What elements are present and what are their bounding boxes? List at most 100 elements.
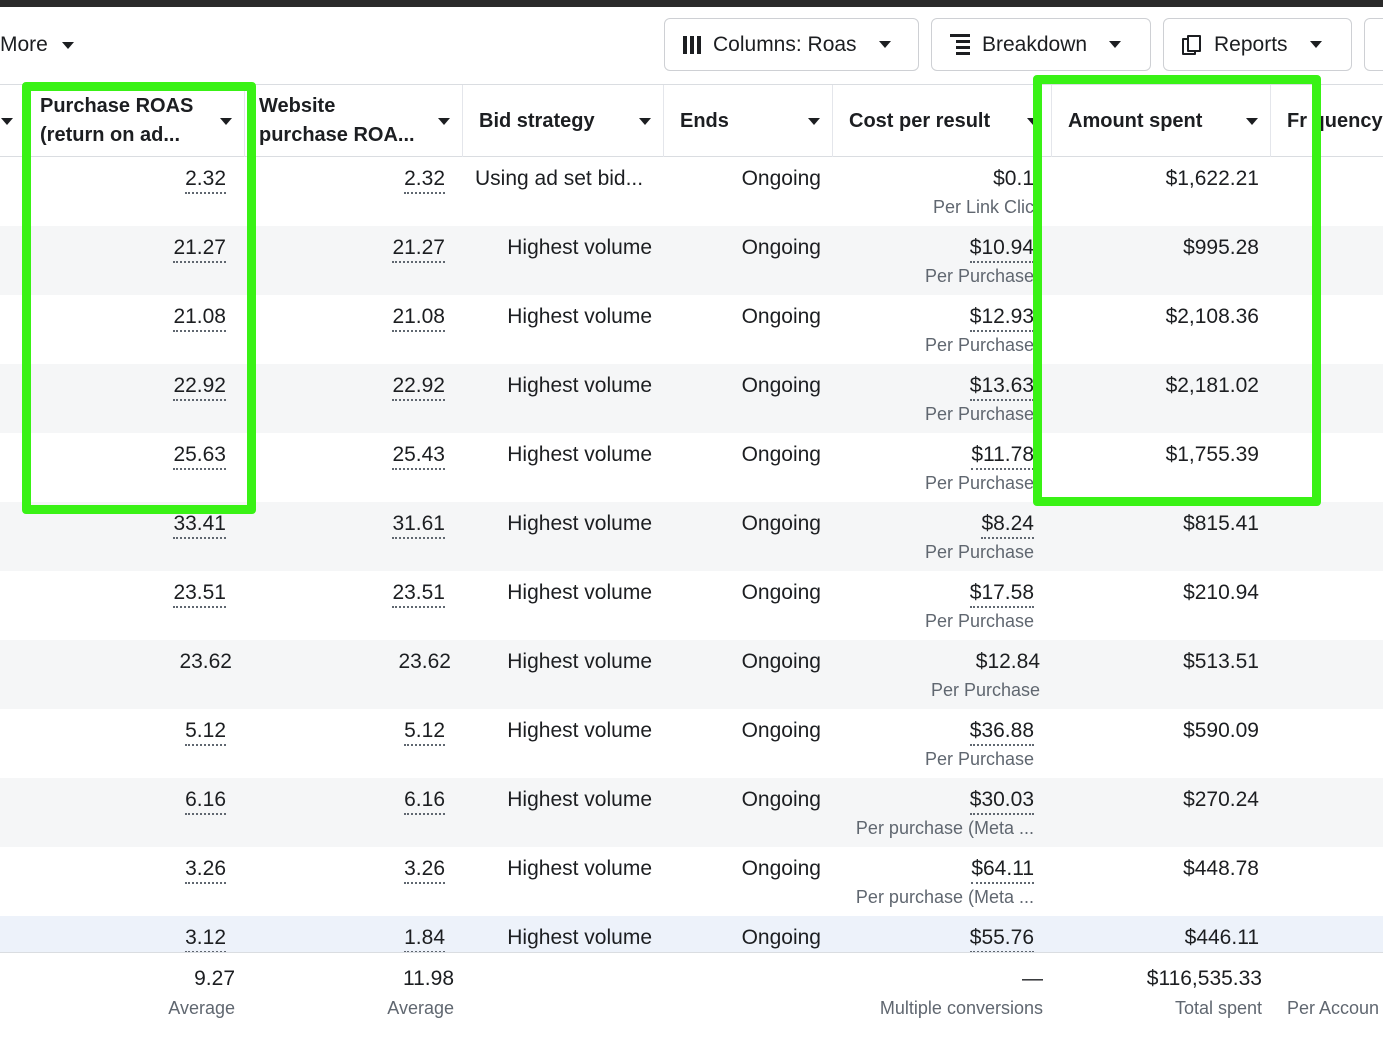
table-row[interactable]: 5.12 5.12 Highest volume Ongoing $36.88 $590.… [0,709,1383,778]
cost-per-result-cell: $11.78 [971,443,1034,470]
cost-per-result-label: Per Purchase [924,473,1034,493]
cost-per-result-label: Per Purchase [924,335,1034,355]
website-roas-cell: 2.32 [404,167,445,194]
footer-cost-value: — [1022,967,1043,990]
ends-cell: Ongoing [741,305,821,328]
reports-icon [1182,34,1202,55]
table-row[interactable]: 3.26 3.26 Highest volume Ongoing $64.11 $448.… [0,847,1383,916]
column-header-website-roas[interactable]: Website purchase ROA... [245,85,463,157]
bid-strategy-cell: Highest volume [507,443,652,466]
columns-button[interactable]: Columns: Roas [664,18,919,71]
amount-spent-cell: $448.78 [1183,857,1259,880]
chevron-down-icon [1,118,13,125]
chevron-down-icon [438,118,450,125]
footer-purchase-roas-label: Average [168,998,235,1018]
footer-website-roas-value: 11.98 [403,967,454,990]
column-header-cost-per-result[interactable]: Cost per result [833,85,1052,157]
reports-button[interactable]: Reports [1163,18,1352,71]
more-button[interactable]: More [0,33,74,57]
column-header-bid-strategy[interactable]: Bid strategy [463,85,664,157]
table-footer: 9.27 Average 11.98 Average — Multiple co… [0,952,1383,1057]
website-roas-cell: 23.51 [392,581,445,608]
amount-spent-cell: $270.24 [1183,788,1259,811]
table-row[interactable]: 6.16 6.16 Highest volume Ongoing $30.03 $270.… [0,778,1383,847]
purchase-roas-cell: 23.62 [179,650,232,673]
cost-per-result-cell: $17.58 [969,581,1034,608]
ends-cell: Ongoing [741,167,821,190]
cost-per-result-label: Per Purchase [924,542,1034,562]
ends-cell: Ongoing [741,719,821,742]
website-roas-cell: 1.84 [404,926,445,953]
amount-spent-cell: $210.94 [1183,581,1259,604]
ends-cell: Ongoing [741,443,821,466]
footer-cost-label: Multiple conversions [879,998,1043,1018]
purchase-roas-cell: 23.51 [173,581,226,608]
amount-spent-cell: $446.11 [1184,926,1259,949]
cost-per-result-cell: $10.94 [969,236,1034,263]
website-roas-cell: 3.26 [404,857,445,884]
table-row[interactable]: 23.62 23.62 Highest volume Ongoing $12.84 $51… [0,640,1383,709]
cost-per-result-cell: $8.24 [981,512,1034,539]
footer-website-roas-label: Average [387,998,454,1018]
ends-cell: Ongoing [741,926,821,949]
website-roas-cell: 21.27 [392,236,445,263]
ends-cell: Ongoing [741,236,821,259]
bid-strategy-cell: Highest volume [507,512,652,535]
website-roas-cell: 21.08 [392,305,445,332]
cost-per-result-cell: $55.76 [969,926,1034,953]
website-roas-cell: 5.12 [404,719,445,746]
cost-per-result-label: Per Purchase [930,680,1040,700]
website-roas-cell: 31.61 [392,512,445,539]
bid-strategy-cell: Highest volume [507,857,652,880]
cost-per-result-cell: $12.93 [969,305,1034,332]
header-line: Website [259,95,336,117]
chevron-down-icon [878,41,891,48]
chevron-down-icon [808,118,820,125]
highlight-box-amount-spent [1033,75,1321,506]
column-header-ends[interactable]: Ends [664,85,833,157]
amount-spent-cell: $815.41 [1183,512,1259,535]
bid-strategy-cell: Using ad set bid... [475,167,644,190]
breakdown-label: Breakdown [982,32,1088,56]
breakdown-button[interactable]: Breakdown [931,18,1151,71]
bid-strategy-cell: Highest volume [507,581,652,604]
ends-cell: Ongoing [741,512,821,535]
chevron-down-icon [61,41,74,49]
cost-per-result-label: Per purchase (Meta ... [855,818,1034,838]
table-row[interactable]: 23.51 23.51 Highest volume Ongoing $17.58 $21… [0,571,1383,640]
header-label: Ends [680,109,729,132]
ends-cell: Ongoing [741,581,821,604]
bid-strategy-cell: Highest volume [507,788,652,811]
amount-spent-cell: $590.09 [1183,719,1259,742]
purchase-roas-cell: 3.12 [185,926,226,953]
more-label: More [0,33,48,56]
overflow-button[interactable] [1364,18,1383,71]
cost-per-result-label: Per purchase (Meta ... [855,887,1034,907]
highlight-box-purchase-roas [22,82,256,514]
cost-per-result-label: Per Link Clic [932,197,1034,217]
breakdown-icon [950,34,970,55]
ends-cell: Ongoing [741,788,821,811]
chevron-down-icon [1309,41,1322,48]
header-label: Bid strategy [479,109,595,132]
cost-per-result-cell: $64.11 [971,857,1034,884]
reports-label: Reports [1214,32,1288,56]
footer-purchase-roas-value: 9.27 [194,967,235,990]
ends-cell: Ongoing [741,857,821,880]
window-top-bar [0,0,1383,7]
columns-icon [683,35,701,54]
cost-per-result-cell: $0.1 [993,167,1034,190]
bid-strategy-cell: Highest volume [507,305,652,328]
purchase-roas-cell: 6.16 [185,788,226,815]
toolbar: More Columns: Roas Breakdown Reports [0,7,1383,85]
columns-label: Columns: Roas [713,32,857,56]
cost-per-result-label: Per Purchase [924,266,1034,286]
bid-strategy-cell: Highest volume [507,926,652,949]
ends-cell: Ongoing [741,374,821,397]
cost-per-result-label: Per Purchase [924,611,1034,631]
website-roas-cell: 22.92 [392,374,445,401]
column-header-partial[interactable] [0,85,24,157]
cost-per-result-label: Per Purchase [924,404,1034,424]
cost-per-result-cell: $36.88 [969,719,1034,746]
website-roas-cell: 23.62 [398,650,451,673]
